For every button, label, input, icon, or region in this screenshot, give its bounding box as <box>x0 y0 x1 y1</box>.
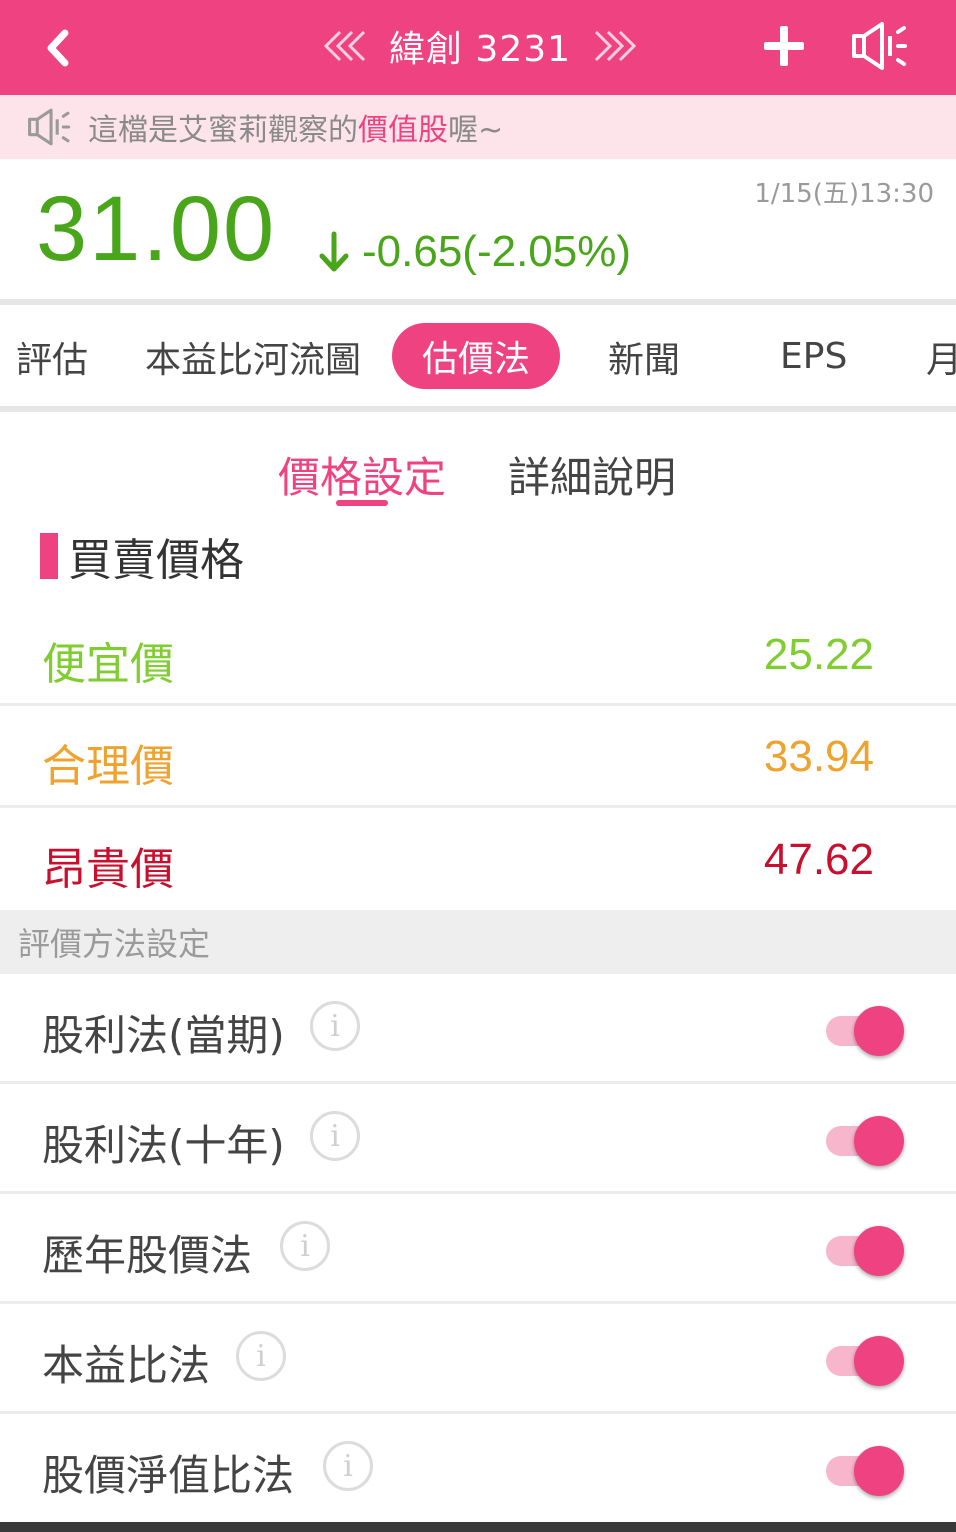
price-row-expensive: 昂貴價 47.62 <box>0 811 956 911</box>
announcement-button[interactable] <box>846 16 910 76</box>
megaphone-icon <box>24 105 72 149</box>
method-row-pb-ratio: 股價淨值比法 i <box>0 1414 956 1522</box>
notice-suffix: 喔~ <box>448 113 504 148</box>
method-toggle[interactable] <box>824 1226 904 1276</box>
prev-stock-button[interactable] <box>321 26 371 66</box>
stock-title-group: 緯創 3231 <box>320 18 640 74</box>
section-heading: 買賣價格 <box>40 530 244 586</box>
price-row-cheap: 便宜價 25.22 <box>0 606 956 706</box>
subtab-details[interactable]: 詳細說明 <box>508 444 676 505</box>
toggle-knob <box>854 1116 904 1166</box>
notice-bar: 這檔是艾蜜莉觀察的價值股喔~ <box>0 95 956 159</box>
method-toggle[interactable] <box>824 1336 904 1386</box>
fair-price-value: 33.94 <box>763 732 874 781</box>
price-row-fair: 合理價 33.94 <box>0 708 956 808</box>
subtab-price-settings[interactable]: 價格設定 <box>278 444 446 505</box>
tab-valuation-method[interactable]: 估價法 <box>392 323 561 389</box>
method-toggle[interactable] <box>824 1446 904 1496</box>
expensive-price-value: 47.62 <box>763 835 874 884</box>
current-price: 31.00 <box>36 178 277 280</box>
tab-eps[interactable]: EPS <box>780 305 847 408</box>
next-stock-button[interactable] <box>589 26 639 66</box>
toggle-knob <box>854 1336 904 1386</box>
method-row-pe-ratio: 本益比法 i <box>0 1304 956 1414</box>
toggle-knob <box>854 1006 904 1056</box>
subtab-bar: 價格設定 詳細說明 <box>0 414 956 514</box>
info-icon[interactable]: i <box>236 1331 286 1381</box>
expensive-price-label: 昂貴價 <box>42 844 174 895</box>
double-chevron-right-icon <box>594 30 637 62</box>
arrow-down-icon <box>319 231 349 272</box>
method-toggle[interactable] <box>824 1006 904 1056</box>
toggle-knob <box>854 1446 904 1496</box>
method-label: 股價淨值比法 <box>42 1451 295 1500</box>
price-change-value: -0.65(-2.05%) <box>362 227 632 276</box>
method-toggle[interactable] <box>824 1116 904 1166</box>
section-heading-text: 買賣價格 <box>68 535 244 586</box>
cheap-price-label: 便宜價 <box>42 639 174 690</box>
info-icon[interactable]: i <box>280 1221 330 1271</box>
section-marker <box>40 533 58 579</box>
tab-bar: 評估 本益比河流圖 估價法 新聞 EPS 月 <box>0 305 956 408</box>
bottom-edge <box>0 1522 956 1532</box>
notice-prefix: 這檔是艾蜜莉觀察的 <box>88 113 358 148</box>
tab-news[interactable]: 新聞 <box>608 305 680 408</box>
stock-title: 緯創 3231 <box>388 29 572 70</box>
app-header: 緯創 3231 <box>0 0 956 95</box>
megaphone-icon <box>852 22 907 70</box>
method-settings-header: 評價方法設定 <box>0 910 956 974</box>
tab-monthly[interactable]: 月 <box>926 305 956 408</box>
method-row-dividend-10y: 股利法(十年) i <box>0 1084 956 1194</box>
toggle-knob <box>854 1226 904 1276</box>
plus-icon <box>764 26 804 66</box>
add-watchlist-button[interactable] <box>756 18 812 74</box>
method-row-dividend-current: 股利法(當期) i <box>0 974 956 1084</box>
quote-timestamp: 1/15(五)13:30 <box>754 179 934 209</box>
tab-pe-river-chart[interactable]: 本益比河流圖 <box>145 305 361 408</box>
notice-text: 這檔是艾蜜莉觀察的價值股喔~ <box>88 105 503 149</box>
double-chevron-left-icon <box>323 30 366 62</box>
tab-evaluation[interactable]: 評估 <box>16 305 88 408</box>
method-label: 股利法(十年) <box>42 1121 285 1170</box>
cheap-price-value: 25.22 <box>763 630 874 679</box>
info-icon[interactable]: i <box>323 1441 373 1491</box>
method-row-historical-price: 歷年股價法 i <box>0 1194 956 1304</box>
price-change: -0.65(-2.05%) <box>316 227 631 277</box>
method-label: 歷年股價法 <box>42 1231 253 1280</box>
quote-panel: 31.00 -0.65(-2.05%) 1/15(五)13:30 <box>0 159 956 299</box>
info-icon[interactable]: i <box>310 1001 360 1051</box>
method-label: 股利法(當期) <box>42 1011 285 1060</box>
back-button[interactable] <box>28 18 88 78</box>
info-icon[interactable]: i <box>310 1111 360 1161</box>
subtab-active-indicator <box>336 500 388 506</box>
divider <box>0 406 956 412</box>
fair-price-label: 合理價 <box>42 741 174 792</box>
notice-highlight: 價值股 <box>358 113 448 148</box>
method-label: 本益比法 <box>42 1341 211 1390</box>
back-chevron-icon <box>47 29 69 67</box>
